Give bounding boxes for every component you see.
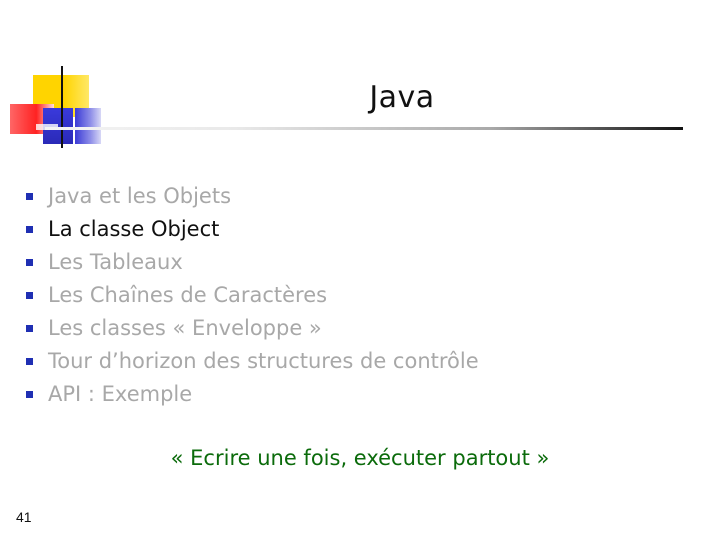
bullet-icon (26, 358, 33, 365)
bullet-icon (26, 226, 33, 233)
topic-label: Les classes « Enveloppe » (48, 316, 322, 340)
topic-item: Les Tableaux (24, 246, 479, 279)
topic-label: Tour d’horizon des structures de contrôl… (48, 349, 479, 373)
topic-item: API : Exemple (24, 378, 479, 411)
bullet-icon (26, 259, 33, 266)
bullet-icon (26, 292, 33, 299)
slogan: « Ecrire une fois, exécuter partout » (0, 446, 720, 470)
bullet-icon (26, 193, 33, 200)
topic-list: Java et les Objets La classe Object Les … (24, 180, 479, 411)
topic-label: Les Tableaux (48, 250, 183, 274)
topic-item: Les Chaînes de Caractères (24, 279, 479, 312)
topic-label: Les Chaînes de Caractères (48, 283, 328, 307)
page-number: 41 (16, 509, 32, 525)
slide-title: Java (0, 80, 720, 115)
bullet-icon (26, 325, 33, 332)
topic-item-active: La classe Object (24, 213, 479, 246)
title-underline (45, 127, 683, 130)
topic-label: API : Exemple (48, 382, 193, 406)
topic-label: La classe Object (48, 217, 220, 241)
topic-item: Les classes « Enveloppe » (24, 312, 479, 345)
topic-label: Java et les Objets (48, 184, 232, 208)
bullet-icon (26, 391, 33, 398)
slogan-text: « Ecrire une fois, exécuter partout » (170, 446, 550, 470)
slide-title-text: Java (369, 80, 435, 115)
topic-item: Tour d’horizon des structures de contrôl… (24, 345, 479, 378)
topic-item: Java et les Objets (24, 180, 479, 213)
